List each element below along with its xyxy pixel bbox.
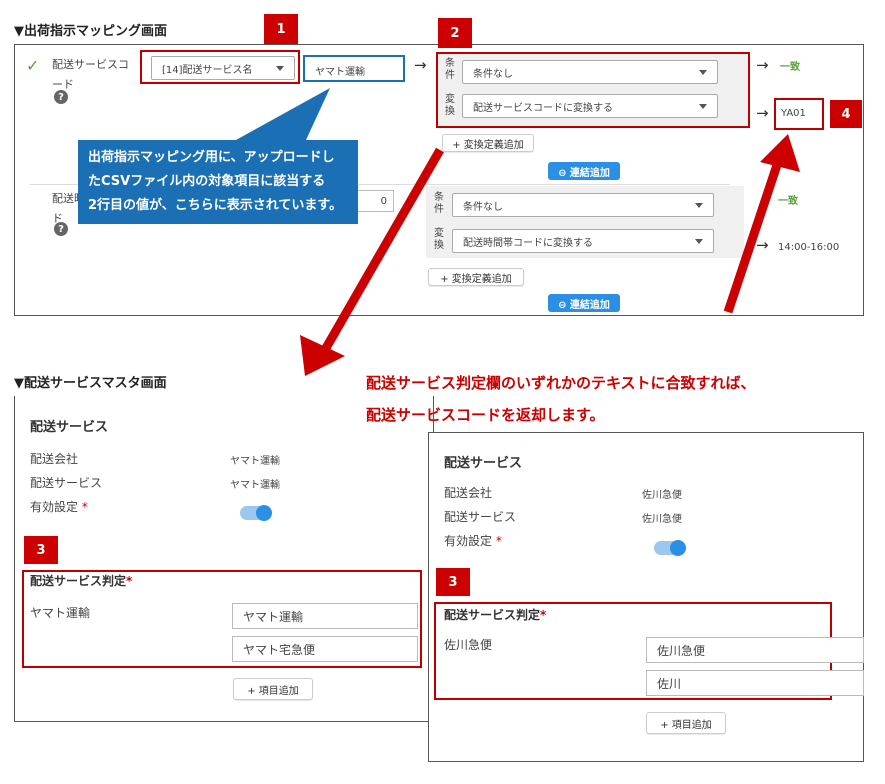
left-judge-input-2[interactable]: ヤマト宅急便 (232, 636, 418, 662)
right-company-value: 佐川急便 (642, 490, 682, 501)
explanation-note-line1: 配送サービス判定欄のいずれかのテキストに合致すれば、 (366, 374, 756, 392)
toggle-knob (670, 540, 686, 556)
master-panel-left (14, 396, 434, 722)
left-add-item-button[interactable]: + 項目追加 (233, 678, 313, 700)
toggle-knob (256, 505, 272, 521)
left-judge-input-1[interactable]: ヤマト運輸 (232, 603, 418, 629)
left-heading: 配送サービス (30, 420, 109, 435)
right-service-label: 配送サービス (444, 510, 517, 524)
explanation-callout: 出荷指示マッピング用に、アップロードし たCSVファイル内の対象項目に該当する … (78, 140, 358, 224)
right-judge-input-1[interactable]: 佐川急便 (646, 637, 864, 663)
right-company-label: 配送会社 (444, 486, 493, 500)
right-add-item-button[interactable]: + 項目追加 (646, 712, 726, 734)
left-judge-name: ヤマト運輸 (30, 606, 91, 620)
left-service-value: ヤマト運輸 (230, 480, 280, 491)
master-section-title: ▼配送サービスマスタ画面 (14, 376, 167, 391)
right-judge-name: 佐川急便 (444, 638, 493, 652)
callout-pointer (236, 88, 330, 140)
left-service-label: 配送サービス (30, 476, 103, 490)
right-service-value: 佐川急便 (642, 514, 682, 525)
badge-3-right: 3 (436, 568, 470, 596)
right-judge-input-2[interactable]: 佐川 (646, 670, 864, 696)
badge-3-left: 3 (24, 536, 58, 564)
left-company-label: 配送会社 (30, 452, 79, 466)
right-judge-label: 配送サービス判定* (444, 608, 547, 622)
right-panel-top-border (428, 432, 864, 433)
left-judge-label: 配送サービス判定* (30, 574, 133, 588)
right-enabled-label: 有効設定 * (444, 534, 502, 548)
left-enabled-label: 有効設定 * (30, 500, 88, 514)
up-arrow-icon (723, 134, 800, 314)
right-heading: 配送サービス (444, 456, 523, 471)
left-company-value: ヤマト運輸 (230, 456, 280, 467)
